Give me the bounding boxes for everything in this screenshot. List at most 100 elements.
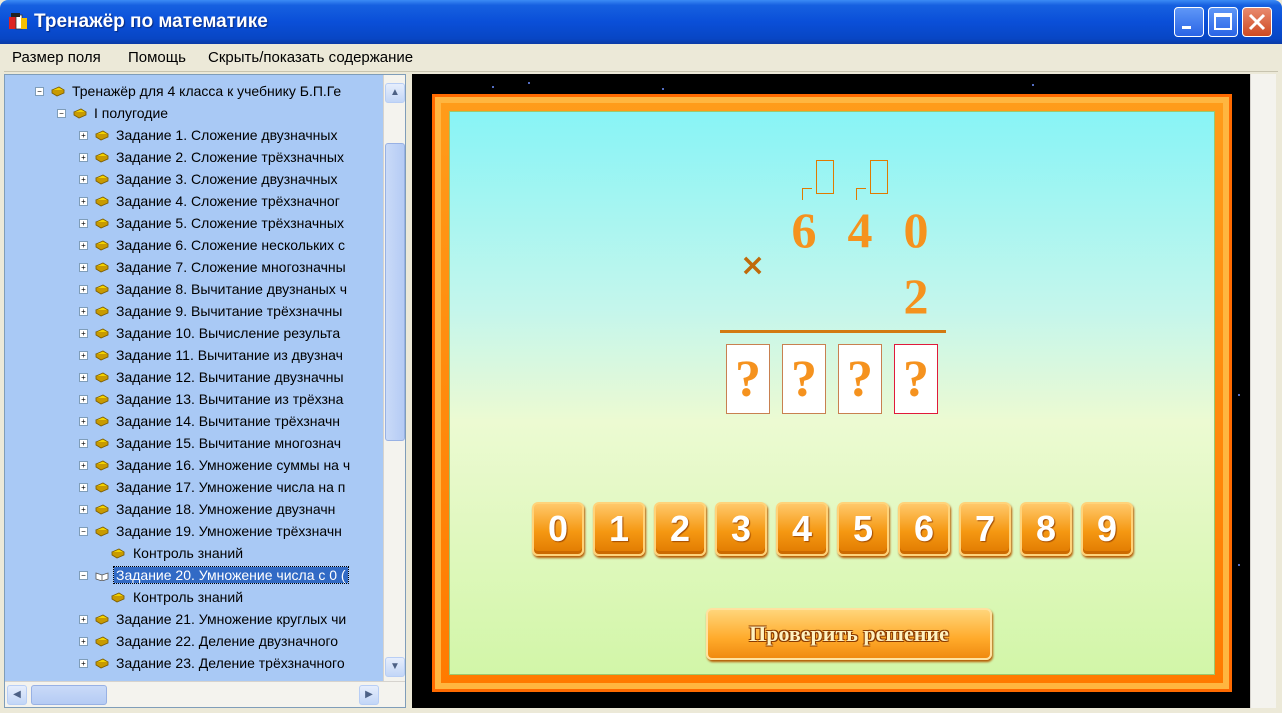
carry-box[interactable] [870, 160, 888, 194]
expand-icon[interactable]: + [79, 219, 88, 228]
tree-list: − Тренажёр для 4 класса к учебнику Б.П.Ге… [5, 75, 385, 681]
digit-key-1[interactable]: 1 [593, 502, 645, 556]
digit-key-5[interactable]: 5 [837, 502, 889, 556]
answer-digit-box[interactable]: ? [782, 344, 826, 414]
menu-help[interactable]: Помощь [128, 49, 186, 66]
multiplicand-digit: 6 [791, 202, 817, 258]
multiply-sign: × [740, 248, 766, 283]
window-title: Тренажёр по математике [34, 11, 268, 32]
carry-hook [856, 188, 866, 200]
contents-tree: − Тренажёр для 4 класса к учебнику Б.П.Ге… [4, 74, 406, 708]
expand-icon[interactable]: + [79, 373, 88, 382]
expand-icon[interactable]: + [79, 351, 88, 360]
expand-icon[interactable]: + [79, 329, 88, 338]
close-icon [1248, 13, 1266, 31]
book-icon [95, 614, 109, 625]
exercise-vertical-scrollbar[interactable] [1250, 74, 1276, 708]
book-icon [95, 174, 109, 185]
book-icon [95, 372, 109, 383]
menu-bar: Размер поля Помощь Скрыть/показать содер… [4, 44, 1278, 72]
result-line [720, 330, 946, 333]
expand-icon[interactable]: + [79, 615, 88, 624]
book-icon [95, 218, 109, 229]
collapse-icon[interactable]: − [57, 109, 66, 118]
digit-key-9[interactable]: 9 [1081, 502, 1133, 556]
book-icon [95, 658, 109, 669]
expand-icon[interactable]: + [79, 307, 88, 316]
app-icon [9, 13, 27, 30]
tree-item-label: Задание 17. Умножение числа на п [116, 479, 346, 495]
collapse-icon[interactable]: − [35, 87, 44, 96]
scroll-thumb[interactable] [385, 143, 405, 441]
star-decoration [492, 86, 494, 88]
tree-vertical-scrollbar[interactable]: ▲ ▼ [383, 75, 405, 681]
book-icon [95, 394, 109, 405]
book-icon [95, 196, 109, 207]
exercise-area: 6 4 0 × 2 ? ? ? ? 0 1 2 3 4 5 6 7 8 9 Пр… [412, 74, 1250, 708]
book-icon [95, 636, 109, 647]
expand-icon[interactable]: + [79, 131, 88, 140]
expand-icon[interactable]: + [79, 417, 88, 426]
expand-icon[interactable]: + [79, 505, 88, 514]
menu-toggle-contents[interactable]: Скрыть/показать содержание [208, 49, 413, 66]
expand-icon[interactable]: + [79, 659, 88, 668]
digit-key-7[interactable]: 7 [959, 502, 1011, 556]
answer-digit-box[interactable]: ? [838, 344, 882, 414]
answer-digit-box-active[interactable]: ? [894, 344, 938, 414]
minimize-icon [1182, 26, 1191, 29]
tree-item-label: Задание 15. Вычитание многознач [116, 435, 342, 451]
book-icon [95, 416, 109, 427]
multiplicand-digit: 0 [903, 202, 929, 258]
check-solution-button[interactable]: Проверить решение [706, 608, 992, 660]
collapse-icon[interactable]: − [79, 571, 88, 580]
scroll-up-button[interactable]: ▲ [385, 83, 405, 103]
book-icon [95, 504, 109, 515]
tree-item-label: Задание 1. Сложение двузначных [116, 127, 338, 143]
expand-icon[interactable]: + [79, 461, 88, 470]
book-icon [73, 108, 87, 119]
expand-icon[interactable]: + [79, 637, 88, 646]
minimize-button[interactable] [1174, 7, 1204, 37]
expand-icon[interactable]: + [79, 241, 88, 250]
carry-hook [802, 188, 812, 200]
tree-item-label: Задание 22. Деление двузначного [116, 633, 339, 649]
expand-icon[interactable]: + [79, 439, 88, 448]
scroll-left-button[interactable]: ◀ [7, 685, 27, 705]
expand-icon[interactable]: + [79, 197, 88, 206]
tree-horizontal-scrollbar[interactable]: ◀ ▶ [5, 681, 405, 707]
tree-item-label: Задание 9. Вычитание трёхзначны [116, 303, 343, 319]
scroll-down-button[interactable]: ▼ [385, 657, 405, 677]
exercise-frame: 6 4 0 × 2 ? ? ? ? 0 1 2 3 4 5 6 7 8 9 Пр… [432, 94, 1232, 692]
menu-field-size[interactable]: Размер поля [12, 49, 101, 66]
tree-item-label: Задание 6. Сложение нескольких с [116, 237, 346, 253]
expand-icon[interactable]: + [79, 395, 88, 404]
tree-item-label: Задание 2. Сложение трёхзначных [116, 149, 344, 165]
expand-icon[interactable]: + [79, 285, 88, 294]
digit-key-8[interactable]: 8 [1020, 502, 1072, 556]
tree-item-label: Контроль знаний [133, 589, 244, 605]
maximize-button[interactable] [1208, 7, 1238, 37]
tree-item-label: I полугодие [94, 105, 169, 121]
expand-icon[interactable]: + [79, 263, 88, 272]
collapse-icon[interactable]: − [79, 527, 88, 536]
book-icon [95, 328, 109, 339]
scroll-right-button[interactable]: ▶ [359, 685, 379, 705]
digit-key-4[interactable]: 4 [776, 502, 828, 556]
book-icon [95, 526, 109, 537]
answer-digit-box[interactable]: ? [726, 344, 770, 414]
digit-key-3[interactable]: 3 [715, 502, 767, 556]
digit-key-6[interactable]: 6 [898, 502, 950, 556]
digit-key-2[interactable]: 2 [654, 502, 706, 556]
star-decoration [662, 88, 664, 90]
book-icon [51, 86, 65, 97]
carry-box[interactable] [816, 160, 834, 194]
digit-key-0[interactable]: 0 [532, 502, 584, 556]
horizontal-scroll-thumb[interactable] [31, 685, 107, 705]
book-icon [111, 548, 125, 559]
star-decoration [528, 82, 530, 84]
expand-icon[interactable]: + [79, 175, 88, 184]
close-button[interactable] [1242, 7, 1272, 37]
star-decoration [1238, 564, 1240, 566]
expand-icon[interactable]: + [79, 153, 88, 162]
expand-icon[interactable]: + [79, 483, 88, 492]
